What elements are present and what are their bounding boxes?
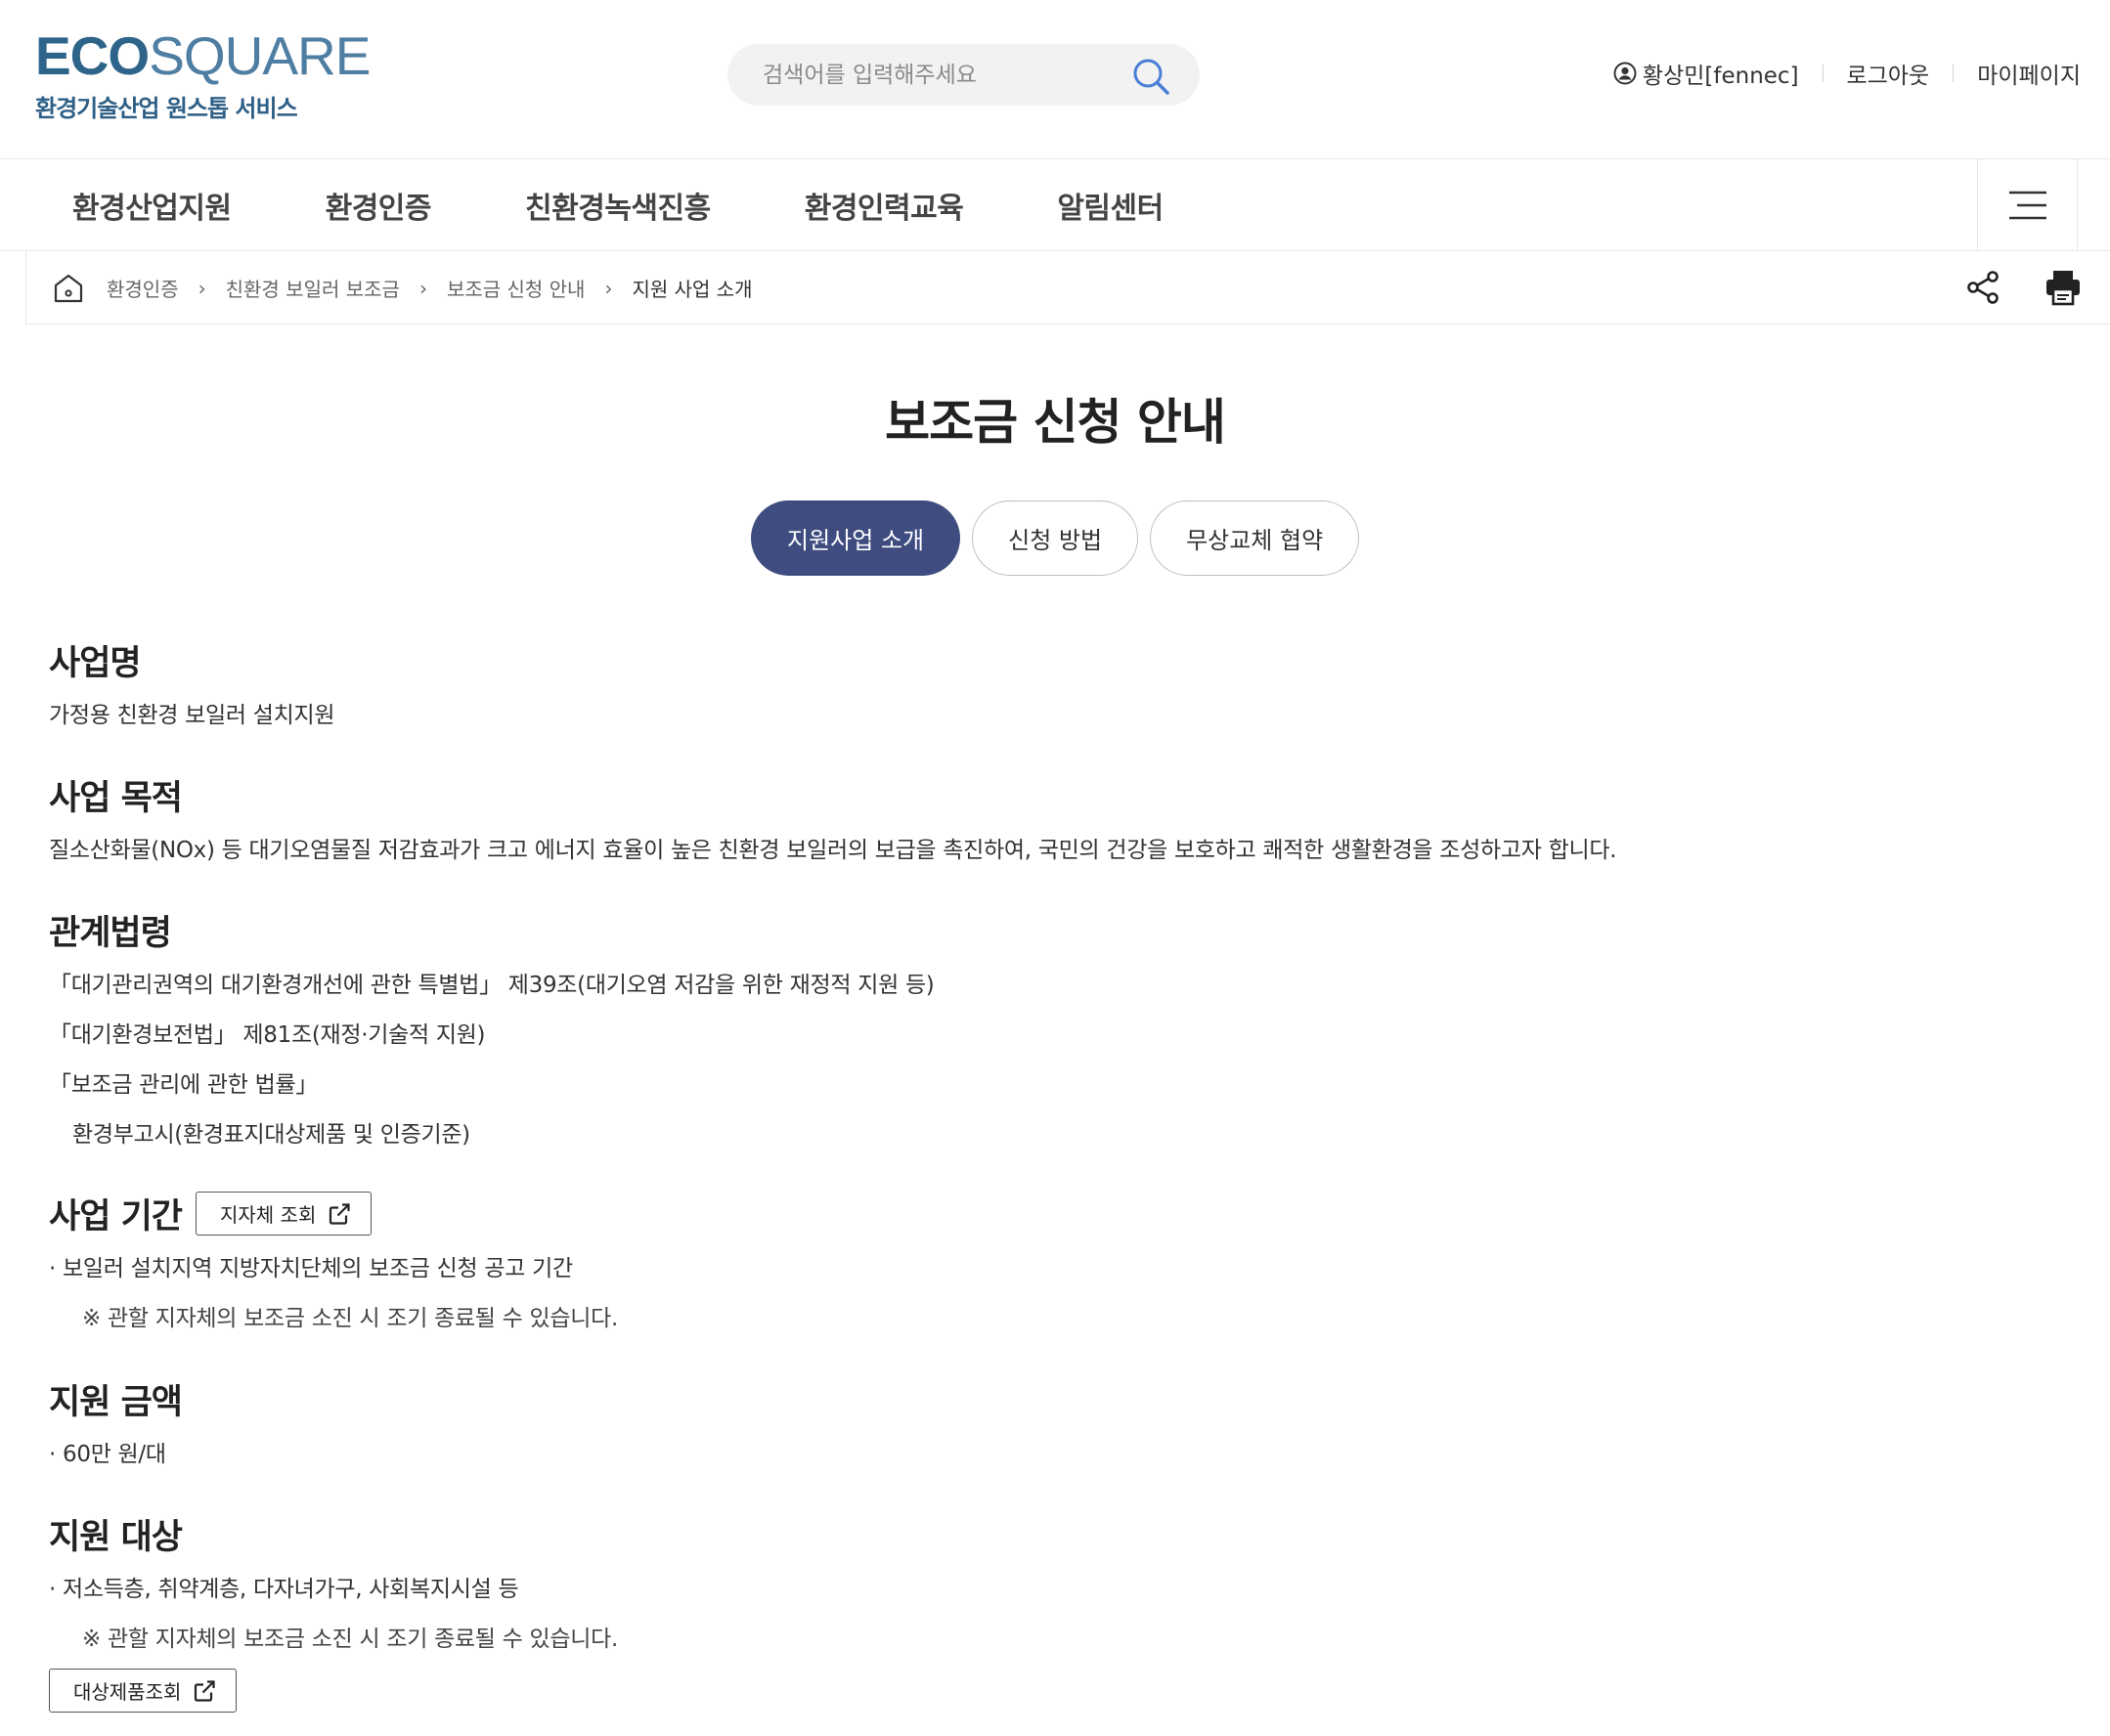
gnb-item-notice-center[interactable]: 알림센터	[1057, 184, 1164, 227]
law-list: 「대기관리권역의 대기환경개선에 관한 특별법」 제39조(대기오염 저감을 위…	[49, 961, 935, 1160]
page-tools	[1963, 268, 2083, 307]
content-tabs: 지원사업 소개 신청 방법 무상교체 협약	[751, 500, 1360, 576]
amount-line: · 60만 원/대	[49, 1442, 166, 1467]
button-label: 지자체 조회	[220, 1203, 317, 1227]
divider	[1953, 65, 1955, 82]
hamburger-menu-icon	[2008, 191, 2046, 220]
logout-link[interactable]: 로그아웃	[1847, 57, 1930, 90]
chevron-right-icon: ›	[418, 276, 427, 300]
home-icon[interactable]	[52, 272, 85, 305]
search-input[interactable]	[763, 44, 1134, 106]
tab-program-intro[interactable]: 지원사업 소개	[751, 500, 961, 576]
breadcrumb-current: 지원 사업 소개	[632, 278, 753, 301]
period-details: · 보일러 설치지역 지방자치단체의 보조금 신청 공고 기간 ※ 관할 지자체…	[49, 1244, 618, 1344]
tab-free-replacement[interactable]: 무상교체 협약	[1150, 500, 1360, 576]
section-text: 가정용 친환경 보일러 설치지원	[49, 703, 335, 728]
local-gov-lookup-button[interactable]: 지자체 조회	[196, 1192, 373, 1236]
tab-how-to-apply[interactable]: 신청 방법	[972, 500, 1139, 576]
section-title: 사업 기간	[49, 1197, 183, 1237]
period-note: ※ 관할 지자체의 보조금 소진 시 조기 종료될 수 있습니다.	[82, 1306, 619, 1331]
section-laws: 관계법령 「대기관리권역의 대기환경개선에 관한 특별법」 제39조(대기오염 …	[49, 905, 935, 1160]
section-title-row: 사업 기간 지자체 조회	[49, 1189, 618, 1238]
external-link-icon	[195, 1679, 216, 1702]
section-period: 사업 기간 지자체 조회 · 보일러 설치지역 지방자치단체의 보조금 신청 공…	[49, 1189, 618, 1344]
logo-bold: ECO	[35, 25, 150, 86]
utility-menu: 황상민[fennec] 로그아웃 마이페이지	[1613, 57, 2081, 90]
logo-subtitle: 환경기술산업 원스톱 서비스	[35, 95, 298, 122]
gnb-item-green-promotion[interactable]: 친환경녹색진흥	[525, 184, 711, 227]
breadcrumb-item[interactable]: 보조금 신청 안내	[447, 274, 586, 302]
breadcrumb-bar: 환경인증 › 친환경 보일러 보조금 › 보조금 신청 안내 › 지원 사업 소…	[25, 251, 2110, 325]
gnb-item-education[interactable]: 환경인력교육	[805, 184, 964, 227]
law-item: 「대기환경보전법」 제81조(재정·기술적 지원)	[49, 1022, 486, 1048]
gnb-item-certification[interactable]: 환경인증	[326, 184, 432, 227]
chevron-right-icon: ›	[604, 276, 613, 300]
logo-wordmark: ECOSQUARE	[35, 29, 371, 83]
user-circle-icon	[1613, 62, 1637, 85]
section-title: 지원 금액	[49, 1383, 183, 1422]
main-navigation: 환경산업지원 환경인증 친환경녹색진흥 환경인력교육 알림센터	[0, 159, 2110, 251]
product-lookup-button[interactable]: 대상제품조회	[49, 1669, 238, 1713]
all-menu-button[interactable]	[1977, 159, 2078, 251]
print-icon[interactable]	[2044, 268, 2083, 307]
section-target: 지원 대상 · 저소득층, 취약계층, 다자녀가구, 사회복지시설 등 ※ 관할…	[49, 1509, 618, 1713]
target-note: ※ 관할 지자체의 보조금 소진 시 조기 종료될 수 있습니다.	[82, 1627, 619, 1652]
search-icon[interactable]	[1131, 57, 1170, 96]
gnb-list: 환경산업지원 환경인증 친환경녹색진흥 환경인력교육 알림센터	[72, 159, 1257, 251]
section-title: 사업 목적	[49, 779, 183, 818]
period-line: · 보일러 설치지역 지방자치단체의 보조금 신청 공고 기간	[49, 1256, 573, 1281]
law-item: 「보조금 관리에 관한 법률」	[49, 1072, 319, 1098]
target-line: · 저소득층, 취약계층, 다자녀가구, 사회복지시설 등	[49, 1577, 519, 1602]
external-link-icon	[330, 1202, 350, 1225]
user-name: 황상민[fennec]	[1642, 64, 1799, 89]
user-info: 황상민[fennec]	[1613, 57, 1799, 90]
site-logo[interactable]: ECOSQUARE 환경기술산업 원스톱 서비스	[35, 29, 371, 123]
share-icon[interactable]	[1963, 268, 2002, 307]
divider	[1822, 65, 1824, 82]
page-title: 보조금 신청 안내	[885, 394, 1226, 451]
search-box	[727, 44, 1200, 106]
section-program-name: 사업명 가정용 친환경 보일러 설치지원	[49, 635, 335, 741]
breadcrumb: 환경인증 › 친환경 보일러 보조금 › 보조금 신청 안내 › 지원 사업 소…	[52, 251, 753, 325]
law-item: 「대기관리권역의 대기환경개선에 관한 특별법」 제39조(대기오염 저감을 위…	[49, 973, 935, 998]
breadcrumb-item[interactable]: 친환경 보일러 보조금	[226, 274, 400, 302]
section-purpose: 사업 목적 질소산화물(NOx) 등 대기오염물질 저감효과가 크고 에너지 효…	[49, 770, 1617, 876]
section-text: 질소산화물(NOx) 등 대기오염물질 저감효과가 크고 에너지 효율이 높은 …	[49, 838, 1617, 863]
button-label: 대상제품조회	[73, 1680, 182, 1704]
section-amount: 지원 금액 · 60만 원/대	[49, 1374, 183, 1480]
breadcrumb-item[interactable]: 환경인증	[107, 274, 179, 302]
site-header: ECOSQUARE 환경기술산업 원스톱 서비스 황상민[fennec] 로그아…	[0, 0, 2110, 159]
target-details: · 저소득층, 취약계층, 다자녀가구, 사회복지시설 등 ※ 관할 지자체의 …	[49, 1565, 618, 1665]
logo-light: SQUARE	[149, 25, 371, 86]
section-title: 사업명	[49, 644, 142, 683]
chevron-right-icon: ›	[198, 276, 206, 300]
mypage-link[interactable]: 마이페이지	[1977, 57, 2081, 90]
section-title: 관계법령	[49, 914, 172, 953]
section-title: 지원 대상	[49, 1518, 183, 1557]
law-item: 환경부고시(환경표지대상제품 및 인증기준)	[72, 1122, 470, 1148]
gnb-item-industry-support[interactable]: 환경산업지원	[72, 184, 232, 227]
